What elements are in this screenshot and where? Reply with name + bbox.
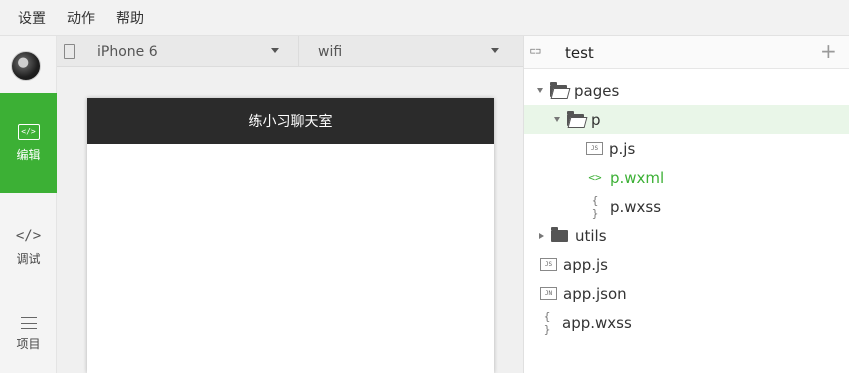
simulator-toolbar: iPhone 6 wifi xyxy=(57,36,523,67)
menu-settings[interactable]: 设置 xyxy=(18,8,46,28)
chevron-down-icon xyxy=(491,48,499,53)
code-file-icon: <> xyxy=(588,171,602,184)
sidebar-item-debug[interactable]: </> 调试 xyxy=(0,204,57,291)
tree-item-p-wxml[interactable]: <> p.wxml xyxy=(524,163,849,192)
file-explorer: ⊏⊐ test + pages p JS p.js <> p.wxml { } … xyxy=(523,36,849,373)
json-file-icon: JN xyxy=(540,287,557,300)
network-select[interactable]: wifi xyxy=(301,36,523,67)
sidebar-item-label: 调试 xyxy=(16,252,41,266)
tree-item-p-wxss[interactable]: { } p.wxss xyxy=(524,192,849,221)
sidebar-item-edit[interactable]: </> 编辑 xyxy=(0,93,57,193)
sidebar: </> 编辑 </> 调试 项目 xyxy=(0,36,57,373)
tree-item-pages[interactable]: pages xyxy=(524,76,849,105)
explorer-header: ⊏⊐ test + xyxy=(524,36,849,69)
tree-item-label: utils xyxy=(575,226,607,245)
folder-open-icon xyxy=(567,110,584,126)
menu-help[interactable]: 帮助 xyxy=(116,8,144,28)
tree-item-label: p.wxss xyxy=(610,197,662,216)
sidebar-item-project[interactable]: 项目 xyxy=(0,291,57,373)
menu-bar: 设置 动作 帮助 xyxy=(0,0,849,36)
chevron-right-icon[interactable] xyxy=(539,232,544,239)
code-icon: </> xyxy=(15,228,42,244)
menu-actions[interactable]: 动作 xyxy=(67,8,95,28)
folder-icon xyxy=(551,226,568,242)
tree-item-label: pages xyxy=(574,81,620,100)
tree-item-label: p.js xyxy=(609,139,636,158)
chevron-down-icon xyxy=(271,48,279,53)
tree-item-utils[interactable]: utils xyxy=(524,221,849,250)
tree-item-p-js[interactable]: JS p.js xyxy=(524,134,849,163)
tree-item-app-js[interactable]: JS app.js xyxy=(524,250,849,279)
device-toggle-icon[interactable] xyxy=(64,44,75,59)
page-title: 练小习聊天室 xyxy=(248,114,333,130)
style-file-icon: { } xyxy=(591,193,599,220)
menu-icon xyxy=(20,317,37,329)
style-file-icon: { } xyxy=(543,309,551,336)
tree-item-label: app.json xyxy=(563,284,627,303)
sidebar-item-label: 项目 xyxy=(16,337,41,351)
phone-navigation-bar: 练小习聊天室 xyxy=(87,98,494,144)
tree-item-label: app.wxss xyxy=(562,313,632,332)
simulator-panel: iPhone 6 wifi 练小习聊天室 xyxy=(57,36,523,373)
device-select-value: iPhone 6 xyxy=(97,43,158,60)
add-file-button[interactable]: + xyxy=(820,40,837,62)
tree-item-app-json[interactable]: JN app.json xyxy=(524,279,849,308)
js-file-icon: JS xyxy=(586,142,603,155)
tree-item-label: p xyxy=(591,110,601,129)
tree-item-label: p.wxml xyxy=(610,168,665,187)
tree-item-p[interactable]: p xyxy=(524,105,849,134)
chevron-down-icon[interactable] xyxy=(537,88,543,93)
edit-icon: </> xyxy=(17,123,40,140)
sidebar-item-label: 编辑 xyxy=(16,147,41,162)
avatar[interactable] xyxy=(11,51,41,81)
tree-item-app-wxss[interactable]: { } app.wxss xyxy=(524,308,849,337)
js-file-icon: JS xyxy=(540,258,557,271)
folder-open-icon xyxy=(550,81,567,97)
tree-item-label: app.js xyxy=(563,255,608,274)
network-select-value: wifi xyxy=(318,43,343,60)
tree-view-icon[interactable]: ⊏⊐ xyxy=(530,45,544,60)
chevron-down-icon[interactable] xyxy=(554,117,560,122)
project-name: test xyxy=(565,44,594,62)
device-select[interactable]: iPhone 6 xyxy=(84,36,299,67)
phone-screen[interactable]: 练小习聊天室 xyxy=(87,98,494,373)
